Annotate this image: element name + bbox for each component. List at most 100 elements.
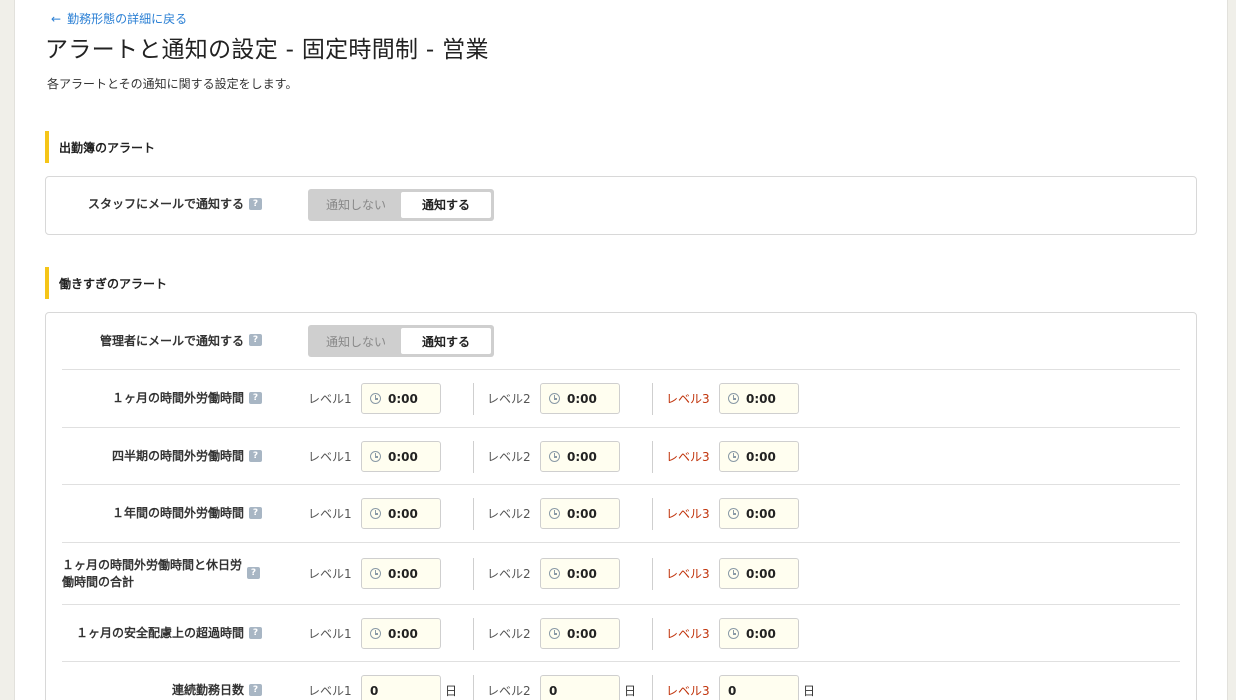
attendance-section-title: 出勤簿のアラート [45,131,155,163]
level3-time-input[interactable]: 0:00 [719,558,799,589]
clock-icon [549,628,560,639]
clock-icon [370,508,381,519]
page-description: 各アラートとその通知に関する設定をします。 [47,77,298,91]
divider [473,497,474,530]
help-icon[interactable]: ? [247,566,261,579]
unit-label: 日 [624,684,637,698]
level1-label: レベル1 [308,392,352,406]
toggle-on-option[interactable]: 通知する [401,191,491,218]
level1-time-input[interactable]: 0:00 [361,618,441,649]
clock-icon [549,508,560,519]
time-value: 0:00 [388,506,418,521]
level3-days-input[interactable]: 0 [719,675,799,700]
level1-label: レベル1 [308,684,352,698]
divider [473,557,474,590]
level3-time-input[interactable]: 0:00 [719,618,799,649]
level3-time-input[interactable]: 0:00 [719,441,799,472]
time-value: 0:00 [746,391,776,406]
row-label-line2: 働時間の合計 [62,574,135,589]
page-title: アラートと通知の設定 - 固定時間制 - 営業 [45,37,489,63]
level2-days-input[interactable]: 0 [540,675,620,700]
level3-label: レベル3 [666,627,710,641]
level3-time-input[interactable]: 0:00 [719,498,799,529]
toggle-off-option[interactable]: 通知しない [311,328,401,354]
time-value: 0:00 [567,506,597,521]
help-icon[interactable]: ? [249,506,262,519]
back-link[interactable]: ← 勤務形態の詳細に戻る [51,10,187,27]
level2-label: レベル2 [487,392,531,406]
level3-label: レベル3 [666,684,710,698]
divider [652,557,653,590]
clock-icon [728,451,739,462]
manager-email-row: 管理者にメールで通知する ? 通知しない 通知する [62,325,1180,357]
help-icon[interactable]: ? [249,683,262,696]
overtime-monthly-row: １ヶ月の時間外労働時間 ? レベル1 0:00 レベル2 0:00 レベル3 0… [62,369,1180,427]
time-value: 0:00 [567,566,597,581]
time-value: 0:00 [388,391,418,406]
level3-label: レベル3 [666,507,710,521]
clock-icon [549,568,560,579]
time-value: 0:00 [388,566,418,581]
level2-time-input[interactable]: 0:00 [540,383,620,414]
time-value: 0:00 [746,506,776,521]
level1-label: レベル1 [308,507,352,521]
level3-label: レベル3 [666,450,710,464]
overwork-section-title: 働きすぎのアラート [45,267,167,299]
overwork-panel: 管理者にメールで通知する ? 通知しない 通知する １ヶ月の時間外労働時間 ? … [45,312,1197,700]
clock-icon [370,628,381,639]
staff-email-label: スタッフにメールで通知する [87,197,244,211]
levels: レベル1 0:00 レベル2 0:00 レベル3 0:00 [308,617,799,650]
toggle-on-option[interactable]: 通知する [401,328,491,354]
level2-time-input[interactable]: 0:00 [540,618,620,649]
level2-label: レベル2 [487,684,531,698]
overtime-holiday-total-row: １ヶ月の時間外労働時間と休日労 働時間の合計 ? レベル1 0:00 レベル2 … [62,542,1180,604]
clock-icon [370,393,381,404]
level2-label: レベル2 [487,627,531,641]
time-value: 0:00 [388,626,418,641]
level2-time-input[interactable]: 0:00 [540,441,620,472]
clock-icon [370,451,381,462]
time-value: 0:00 [567,449,597,464]
toggle-off-option[interactable]: 通知しない [311,192,401,218]
level1-time-input[interactable]: 0:00 [361,441,441,472]
time-value: 0:00 [746,566,776,581]
level2-label: レベル2 [487,507,531,521]
level1-label: レベル1 [308,450,352,464]
levels: レベル1 0:00 レベル2 0:00 レベル3 0:00 [308,382,799,415]
level1-label: レベル1 [308,627,352,641]
level2-label: レベル2 [487,567,531,581]
level1-days-input[interactable]: 0 [361,675,441,700]
arrow-left-icon: ← [51,11,62,26]
divider [473,617,474,650]
row-label: 連続勤務日数 [171,683,244,697]
staff-email-row: スタッフにメールで通知する ? 通知しない 通知する [62,188,1180,221]
level1-time-input[interactable]: 0:00 [361,498,441,529]
help-icon[interactable]: ? [249,334,262,346]
help-icon[interactable]: ? [249,391,262,404]
level1-time-input[interactable]: 0:00 [361,383,441,414]
divider [473,440,474,473]
level3-label: レベル3 [666,392,710,406]
levels: レベル1 0:00 レベル2 0:00 レベル3 0:00 [308,440,799,473]
attendance-panel: スタッフにメールで通知する ? 通知しない 通知する [45,176,1197,235]
time-value: 0:00 [388,449,418,464]
level3-label: レベル3 [666,567,710,581]
levels: レベル1 0 日 レベル2 0 日 レベル3 0 日 [308,674,823,700]
divider [473,674,474,700]
level2-time-input[interactable]: 0:00 [540,558,620,589]
level1-time-input[interactable]: 0:00 [361,558,441,589]
help-icon[interactable]: ? [249,197,262,210]
unit-label: 日 [445,684,458,698]
level3-time-input[interactable]: 0:00 [719,383,799,414]
main-content: ← 勤務形態の詳細に戻る アラートと通知の設定 - 固定時間制 - 営業 各アラ… [14,0,1228,700]
safety-excess-row: １ヶ月の安全配慮上の超過時間 ? レベル1 0:00 レベル2 0:00 レベル… [62,604,1180,662]
help-icon[interactable]: ? [249,626,262,639]
levels: レベル1 0:00 レベル2 0:00 レベル3 0:00 [308,497,799,530]
divider [652,497,653,530]
help-icon[interactable]: ? [249,449,262,462]
level2-time-input[interactable]: 0:00 [540,498,620,529]
overtime-quarterly-row: 四半期の時間外労働時間 ? レベル1 0:00 レベル2 0:00 レベル3 0… [62,427,1180,485]
consecutive-days-row: 連続勤務日数 ? レベル1 0 日 レベル2 0 日 レベル3 0 日 [62,661,1180,700]
clock-icon [728,393,739,404]
divider [473,382,474,415]
